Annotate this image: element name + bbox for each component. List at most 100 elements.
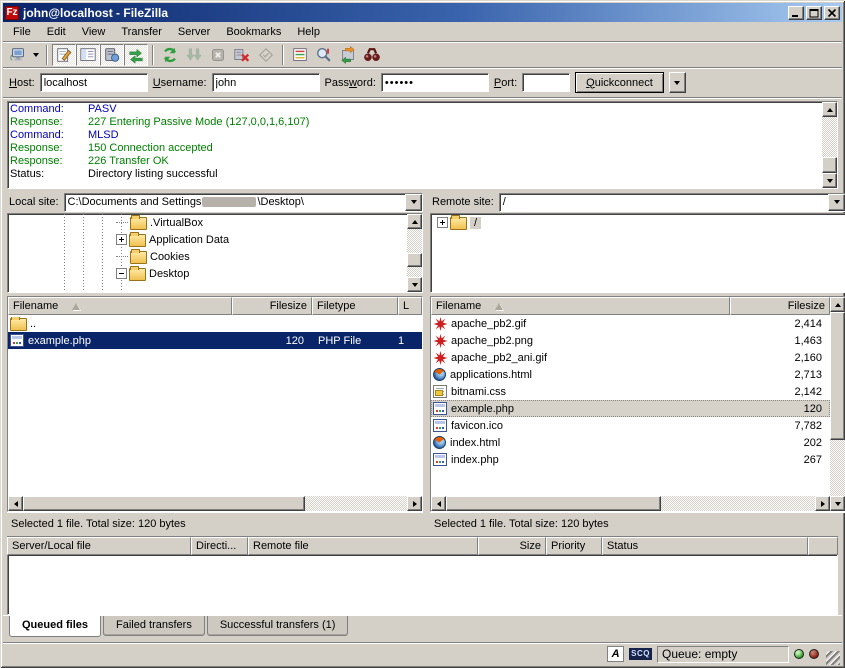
column-header-lastmodified[interactable]: L xyxy=(398,297,422,315)
process-queue-button[interactable] xyxy=(182,44,206,66)
scroll-up-button[interactable] xyxy=(830,297,845,312)
file-row-parent-dir[interactable]: .. xyxy=(8,315,422,332)
maximize-button[interactable] xyxy=(806,6,822,20)
scrollbar-thumb[interactable] xyxy=(822,157,837,173)
tab-successful-transfers[interactable]: Successful transfers (1) xyxy=(207,616,349,636)
directory-comparison-button[interactable] xyxy=(312,44,336,66)
scroll-left-button[interactable] xyxy=(8,496,23,511)
column-header-server-local-file[interactable]: Server/Local file xyxy=(7,537,191,555)
scroll-down-button[interactable] xyxy=(822,173,837,188)
tree-item-cookies[interactable]: Cookies xyxy=(8,248,407,265)
column-header-size[interactable]: Size xyxy=(478,537,546,555)
menu-server[interactable]: Server xyxy=(170,24,218,40)
message-log[interactable]: Command:PASV Response:227 Entering Passi… xyxy=(8,102,822,188)
menu-transfer[interactable]: Transfer xyxy=(113,24,170,40)
toggle-local-tree-button[interactable] xyxy=(76,44,100,66)
close-button[interactable] xyxy=(824,6,840,20)
local-tree-view[interactable]: .VirtualBox Application Data Cookies xyxy=(7,213,423,293)
username-input[interactable] xyxy=(212,73,320,92)
toggle-remote-tree-button[interactable] xyxy=(100,44,124,66)
queue-list[interactable] xyxy=(7,555,838,615)
host-input[interactable] xyxy=(40,73,148,92)
local-list-rows[interactable]: .. example.php 120 PHP File 1 xyxy=(8,315,422,496)
find-files-button[interactable] xyxy=(360,44,384,66)
menu-view[interactable]: View xyxy=(74,24,114,40)
column-header-status[interactable]: Status xyxy=(602,537,808,555)
column-header-filetype[interactable]: Filetype xyxy=(312,297,398,315)
file-row[interactable]: apache_pb2.png 1,463 xyxy=(431,332,830,349)
tree-item-application-data[interactable]: Application Data xyxy=(8,231,407,248)
local-tree-scrollbar[interactable] xyxy=(407,214,422,292)
scroll-up-button[interactable] xyxy=(822,102,837,117)
speed-limits-indicator[interactable]: SCQ xyxy=(629,648,652,660)
scroll-down-button[interactable] xyxy=(407,277,422,292)
scrollbar-thumb[interactable] xyxy=(407,253,422,267)
menu-help[interactable]: Help xyxy=(289,24,328,40)
column-header-filesize[interactable]: Filesize xyxy=(730,297,830,315)
scroll-right-button[interactable] xyxy=(815,496,830,511)
file-row-selected[interactable]: example.php 120 xyxy=(431,400,830,417)
local-site-dropdown[interactable] xyxy=(405,194,422,211)
scroll-up-button[interactable] xyxy=(407,214,422,229)
cancel-button[interactable] xyxy=(206,44,230,66)
quickconnect-dropdown[interactable] xyxy=(669,72,686,93)
synchronized-browsing-button[interactable] xyxy=(336,44,360,66)
port-input[interactable] xyxy=(522,73,570,92)
tab-queued-files[interactable]: Queued files xyxy=(9,616,101,637)
toggle-message-log-button[interactable] xyxy=(52,44,76,66)
resize-grip[interactable] xyxy=(826,651,840,665)
column-header-direction[interactable]: Directi... xyxy=(191,537,248,555)
scrollbar-thumb[interactable] xyxy=(446,496,661,511)
refresh-button[interactable] xyxy=(158,44,182,66)
file-row[interactable]: apache_pb2.gif 2,414 xyxy=(431,315,830,332)
title-bar[interactable]: Fz john@localhost - FileZilla xyxy=(3,3,842,22)
site-manager-button[interactable] xyxy=(6,44,30,66)
local-site-combo[interactable]: C:\Documents and Settings\Desktop\ xyxy=(64,193,423,212)
scroll-down-button[interactable] xyxy=(830,496,845,511)
menu-file[interactable]: File xyxy=(5,24,39,40)
local-list-hscrollbar[interactable] xyxy=(8,496,422,511)
disconnect-button[interactable] xyxy=(230,44,254,66)
menu-edit[interactable]: Edit xyxy=(39,24,74,40)
menu-bookmarks[interactable]: Bookmarks xyxy=(218,24,289,40)
column-header-priority[interactable]: Priority xyxy=(546,537,602,555)
reconnect-button[interactable] xyxy=(254,44,278,66)
remote-site-dropdown[interactable] xyxy=(828,194,845,211)
directory-listing-filters-button[interactable] xyxy=(288,44,312,66)
pane-splitter[interactable] xyxy=(423,191,430,534)
minimize-button[interactable] xyxy=(788,6,804,20)
column-header-filename[interactable]: Filename xyxy=(8,297,232,315)
file-row[interactable]: apache_pb2_ani.gif 2,160 xyxy=(431,349,830,366)
scroll-left-button[interactable] xyxy=(431,496,446,511)
file-row[interactable]: favicon.ico 7,782 xyxy=(431,417,830,434)
tab-failed-transfers[interactable]: Failed transfers xyxy=(103,616,205,636)
log-scrollbar[interactable] xyxy=(822,102,837,188)
quickconnect-button[interactable]: Quickconnect xyxy=(575,72,664,93)
column-header-filesize[interactable]: Filesize xyxy=(232,297,312,315)
remote-list-rows[interactable]: apache_pb2.gif 2,414 apache_pb2.png 1,46… xyxy=(431,315,830,496)
tree-item-virtualbox[interactable]: .VirtualBox xyxy=(8,214,407,231)
expand-icon[interactable] xyxy=(437,217,448,228)
file-row-selected[interactable]: example.php 120 PHP File 1 xyxy=(8,332,422,349)
remote-list-hscrollbar[interactable] xyxy=(431,496,830,511)
remote-list-scrollbar[interactable] xyxy=(830,297,845,511)
tree-item-root[interactable]: / xyxy=(431,214,845,231)
collapse-icon[interactable] xyxy=(116,268,127,279)
toggle-transfer-queue-button[interactable] xyxy=(124,44,148,66)
remote-tree-view[interactable]: / xyxy=(430,213,845,293)
password-input[interactable] xyxy=(381,73,489,92)
scrollbar-thumb[interactable] xyxy=(23,496,305,511)
remote-site-combo[interactable]: / xyxy=(499,193,845,212)
file-row[interactable]: index.html 202 xyxy=(431,434,830,451)
file-row[interactable]: index.php 267 xyxy=(431,451,830,468)
column-header-remote-file[interactable]: Remote file xyxy=(248,537,478,555)
scrollbar-thumb[interactable] xyxy=(830,312,845,440)
file-row[interactable]: bitnami.css 2,142 xyxy=(431,383,830,400)
tree-item-desktop[interactable]: Desktop xyxy=(8,265,407,282)
site-manager-dropdown[interactable] xyxy=(30,44,42,66)
expand-icon[interactable] xyxy=(116,234,127,245)
column-header-filename[interactable]: Filename xyxy=(431,297,730,315)
file-row[interactable]: applications.html 2,713 xyxy=(431,366,830,383)
scroll-right-button[interactable] xyxy=(407,496,422,511)
data-type-indicator[interactable]: A xyxy=(607,646,624,662)
